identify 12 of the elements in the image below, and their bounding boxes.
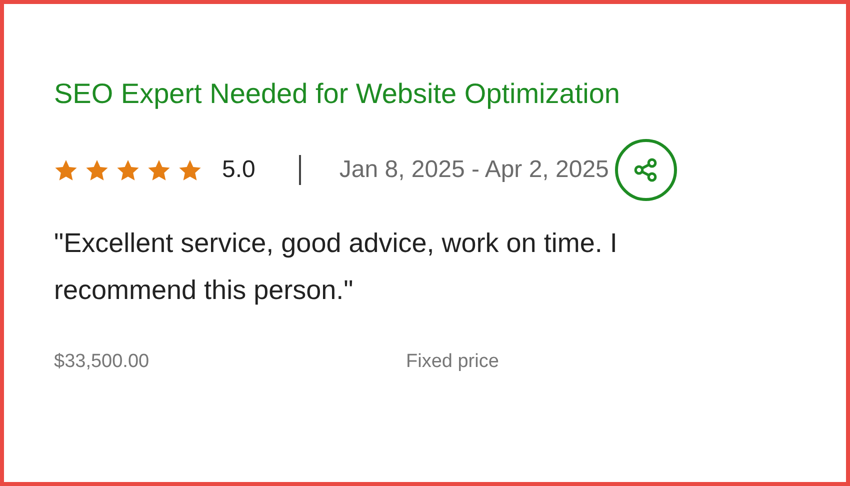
price-type: Fixed price bbox=[406, 351, 499, 373]
star-icon bbox=[147, 158, 171, 182]
star-icon bbox=[116, 158, 140, 182]
star-icon bbox=[54, 158, 78, 182]
star-icon bbox=[178, 158, 202, 182]
review-quote: "Excellent service, good advice, work on time. I recommend this person." bbox=[54, 227, 618, 307]
share-icon bbox=[632, 157, 659, 183]
rating-value: 5.0 bbox=[222, 156, 256, 184]
job-title[interactable]: SEO Expert Needed for Website Optimization bbox=[54, 76, 846, 112]
price-amount: $33,500.00 bbox=[54, 351, 150, 373]
star-icon bbox=[85, 158, 109, 182]
date-range: Jan 8, 2025 - Apr 2, 2025 bbox=[339, 156, 609, 184]
